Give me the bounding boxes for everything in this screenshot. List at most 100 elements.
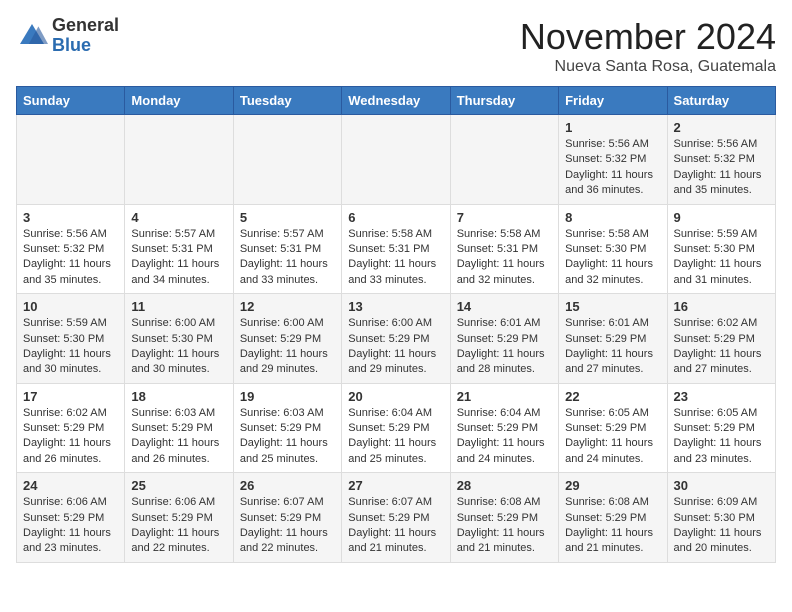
calendar-week-2: 3 Sunrise: 5:56 AM Sunset: 5:32 PM Daylig… (17, 204, 776, 294)
day-info: Sunrise: 6:06 AM Sunset: 5:29 PM Dayligh… (131, 495, 226, 557)
day-number: 3 (23, 210, 118, 225)
calendar-week-1: 1 Sunrise: 5:56 AM Sunset: 5:32 PM Daylig… (17, 115, 776, 205)
calendar-cell: 14 Sunrise: 6:01 AM Sunset: 5:29 PM Dayli… (450, 294, 558, 384)
weekday-header-tuesday: Tuesday (233, 87, 341, 115)
month-year: November 2024 (520, 16, 776, 58)
day-number: 13 (348, 299, 443, 314)
calendar-cell: 1 Sunrise: 5:56 AM Sunset: 5:32 PM Daylig… (559, 115, 667, 205)
calendar-cell: 10 Sunrise: 5:59 AM Sunset: 5:30 PM Dayli… (17, 294, 125, 384)
calendar-cell: 23 Sunrise: 6:05 AM Sunset: 5:29 PM Dayli… (667, 383, 775, 473)
day-info: Sunrise: 5:59 AM Sunset: 5:30 PM Dayligh… (674, 227, 769, 289)
calendar-cell: 18 Sunrise: 6:03 AM Sunset: 5:29 PM Dayli… (125, 383, 233, 473)
calendar-header: SundayMondayTuesdayWednesdayThursdayFrid… (17, 87, 776, 115)
calendar-cell (450, 115, 558, 205)
day-number: 8 (565, 210, 660, 225)
day-number: 14 (457, 299, 552, 314)
weekday-header-saturday: Saturday (667, 87, 775, 115)
calendar-cell: 12Sunrise: 6:00 AM Sunset: 5:29 PM Dayli… (233, 294, 341, 384)
day-number: 6 (348, 210, 443, 225)
calendar-week-4: 17 Sunrise: 6:02 AM Sunset: 5:29 PM Dayli… (17, 383, 776, 473)
day-info: Sunrise: 5:56 AM Sunset: 5:32 PM Dayligh… (23, 227, 118, 289)
day-number: 24 (23, 478, 118, 493)
weekday-header-friday: Friday (559, 87, 667, 115)
calendar-cell: 9 Sunrise: 5:59 AM Sunset: 5:30 PM Daylig… (667, 204, 775, 294)
logo-blue: Blue (52, 36, 119, 56)
calendar-cell: 20Sunrise: 6:04 AM Sunset: 5:29 PM Dayli… (342, 383, 450, 473)
weekday-header-sunday: Sunday (17, 87, 125, 115)
day-number: 29 (565, 478, 660, 493)
calendar-cell: 2Sunrise: 5:56 AM Sunset: 5:32 PM Daylig… (667, 115, 775, 205)
calendar-body: 1 Sunrise: 5:56 AM Sunset: 5:32 PM Daylig… (17, 115, 776, 563)
day-number: 27 (348, 478, 443, 493)
day-info: Sunrise: 5:58 AM Sunset: 5:31 PM Dayligh… (348, 227, 443, 289)
day-info: Sunrise: 6:05 AM Sunset: 5:29 PM Dayligh… (674, 406, 769, 468)
day-number: 16 (674, 299, 769, 314)
day-info: Sunrise: 5:56 AM Sunset: 5:32 PM Dayligh… (674, 137, 769, 199)
day-number: 9 (674, 210, 769, 225)
weekday-row: SundayMondayTuesdayWednesdayThursdayFrid… (17, 87, 776, 115)
day-number: 26 (240, 478, 335, 493)
day-number: 1 (565, 120, 660, 135)
day-info: Sunrise: 6:04 AM Sunset: 5:29 PM Dayligh… (457, 406, 552, 468)
calendar-cell: 16 Sunrise: 6:02 AM Sunset: 5:29 PM Dayli… (667, 294, 775, 384)
calendar-cell: 25 Sunrise: 6:06 AM Sunset: 5:29 PM Dayli… (125, 473, 233, 563)
day-number: 30 (674, 478, 769, 493)
day-info: Sunrise: 6:00 AM Sunset: 5:29 PM Dayligh… (348, 316, 443, 378)
day-info: Sunrise: 6:09 AM Sunset: 5:30 PM Dayligh… (674, 495, 769, 557)
page-header: General Blue November 2024 Nueva Santa R… (16, 16, 776, 76)
calendar-cell: 24 Sunrise: 6:06 AM Sunset: 5:29 PM Dayli… (17, 473, 125, 563)
weekday-header-thursday: Thursday (450, 87, 558, 115)
day-info: Sunrise: 6:03 AM Sunset: 5:29 PM Dayligh… (240, 406, 335, 468)
calendar-table: SundayMondayTuesdayWednesdayThursdayFrid… (16, 86, 776, 563)
day-number: 18 (131, 389, 226, 404)
day-info: Sunrise: 6:06 AM Sunset: 5:29 PM Dayligh… (23, 495, 118, 557)
logo-text: General Blue (52, 16, 119, 56)
day-number: 19 (240, 389, 335, 404)
day-number: 17 (23, 389, 118, 404)
weekday-header-monday: Monday (125, 87, 233, 115)
day-number: 28 (457, 478, 552, 493)
day-number: 25 (131, 478, 226, 493)
day-info: Sunrise: 6:02 AM Sunset: 5:29 PM Dayligh… (23, 406, 118, 468)
day-info: Sunrise: 6:08 AM Sunset: 5:29 PM Dayligh… (565, 495, 660, 557)
logo-general: General (52, 16, 119, 36)
calendar-week-3: 10 Sunrise: 5:59 AM Sunset: 5:30 PM Dayli… (17, 294, 776, 384)
calendar-cell: 22Sunrise: 6:05 AM Sunset: 5:29 PM Dayli… (559, 383, 667, 473)
calendar-cell: 28Sunrise: 6:08 AM Sunset: 5:29 PM Dayli… (450, 473, 558, 563)
title-block: November 2024 Nueva Santa Rosa, Guatemal… (520, 16, 776, 76)
day-info: Sunrise: 5:56 AM Sunset: 5:32 PM Dayligh… (565, 137, 660, 199)
day-info: Sunrise: 5:58 AM Sunset: 5:30 PM Dayligh… (565, 227, 660, 289)
calendar-cell: 4Sunrise: 5:57 AM Sunset: 5:31 PM Daylig… (125, 204, 233, 294)
day-info: Sunrise: 6:01 AM Sunset: 5:29 PM Dayligh… (457, 316, 552, 378)
calendar-cell: 13 Sunrise: 6:00 AM Sunset: 5:29 PM Dayli… (342, 294, 450, 384)
day-number: 11 (131, 299, 226, 314)
day-info: Sunrise: 6:02 AM Sunset: 5:29 PM Dayligh… (674, 316, 769, 378)
calendar-week-5: 24 Sunrise: 6:06 AM Sunset: 5:29 PM Dayli… (17, 473, 776, 563)
calendar-cell: 5 Sunrise: 5:57 AM Sunset: 5:31 PM Daylig… (233, 204, 341, 294)
calendar-cell: 30 Sunrise: 6:09 AM Sunset: 5:30 PM Dayli… (667, 473, 775, 563)
day-info: Sunrise: 5:59 AM Sunset: 5:30 PM Dayligh… (23, 316, 118, 378)
day-info: Sunrise: 6:00 AM Sunset: 5:30 PM Dayligh… (131, 316, 226, 378)
day-info: Sunrise: 5:58 AM Sunset: 5:31 PM Dayligh… (457, 227, 552, 289)
day-info: Sunrise: 6:03 AM Sunset: 5:29 PM Dayligh… (131, 406, 226, 468)
day-info: Sunrise: 5:57 AM Sunset: 5:31 PM Dayligh… (240, 227, 335, 289)
calendar-cell (233, 115, 341, 205)
weekday-header-wednesday: Wednesday (342, 87, 450, 115)
day-number: 10 (23, 299, 118, 314)
calendar-cell: 26 Sunrise: 6:07 AM Sunset: 5:29 PM Dayli… (233, 473, 341, 563)
logo: General Blue (16, 16, 119, 56)
calendar-cell: 19 Sunrise: 6:03 AM Sunset: 5:29 PM Dayli… (233, 383, 341, 473)
location: Nueva Santa Rosa, Guatemala (520, 58, 776, 76)
day-info: Sunrise: 6:00 AM Sunset: 5:29 PM Dayligh… (240, 316, 335, 378)
day-number: 5 (240, 210, 335, 225)
calendar-cell: 21Sunrise: 6:04 AM Sunset: 5:29 PM Dayli… (450, 383, 558, 473)
day-info: Sunrise: 6:07 AM Sunset: 5:29 PM Dayligh… (240, 495, 335, 557)
calendar-cell: 6 Sunrise: 5:58 AM Sunset: 5:31 PM Daylig… (342, 204, 450, 294)
day-number: 7 (457, 210, 552, 225)
calendar-cell: 27Sunrise: 6:07 AM Sunset: 5:29 PM Dayli… (342, 473, 450, 563)
calendar-cell: 8 Sunrise: 5:58 AM Sunset: 5:30 PM Daylig… (559, 204, 667, 294)
day-number: 20 (348, 389, 443, 404)
day-info: Sunrise: 6:05 AM Sunset: 5:29 PM Dayligh… (565, 406, 660, 468)
day-info: Sunrise: 5:57 AM Sunset: 5:31 PM Dayligh… (131, 227, 226, 289)
day-number: 23 (674, 389, 769, 404)
